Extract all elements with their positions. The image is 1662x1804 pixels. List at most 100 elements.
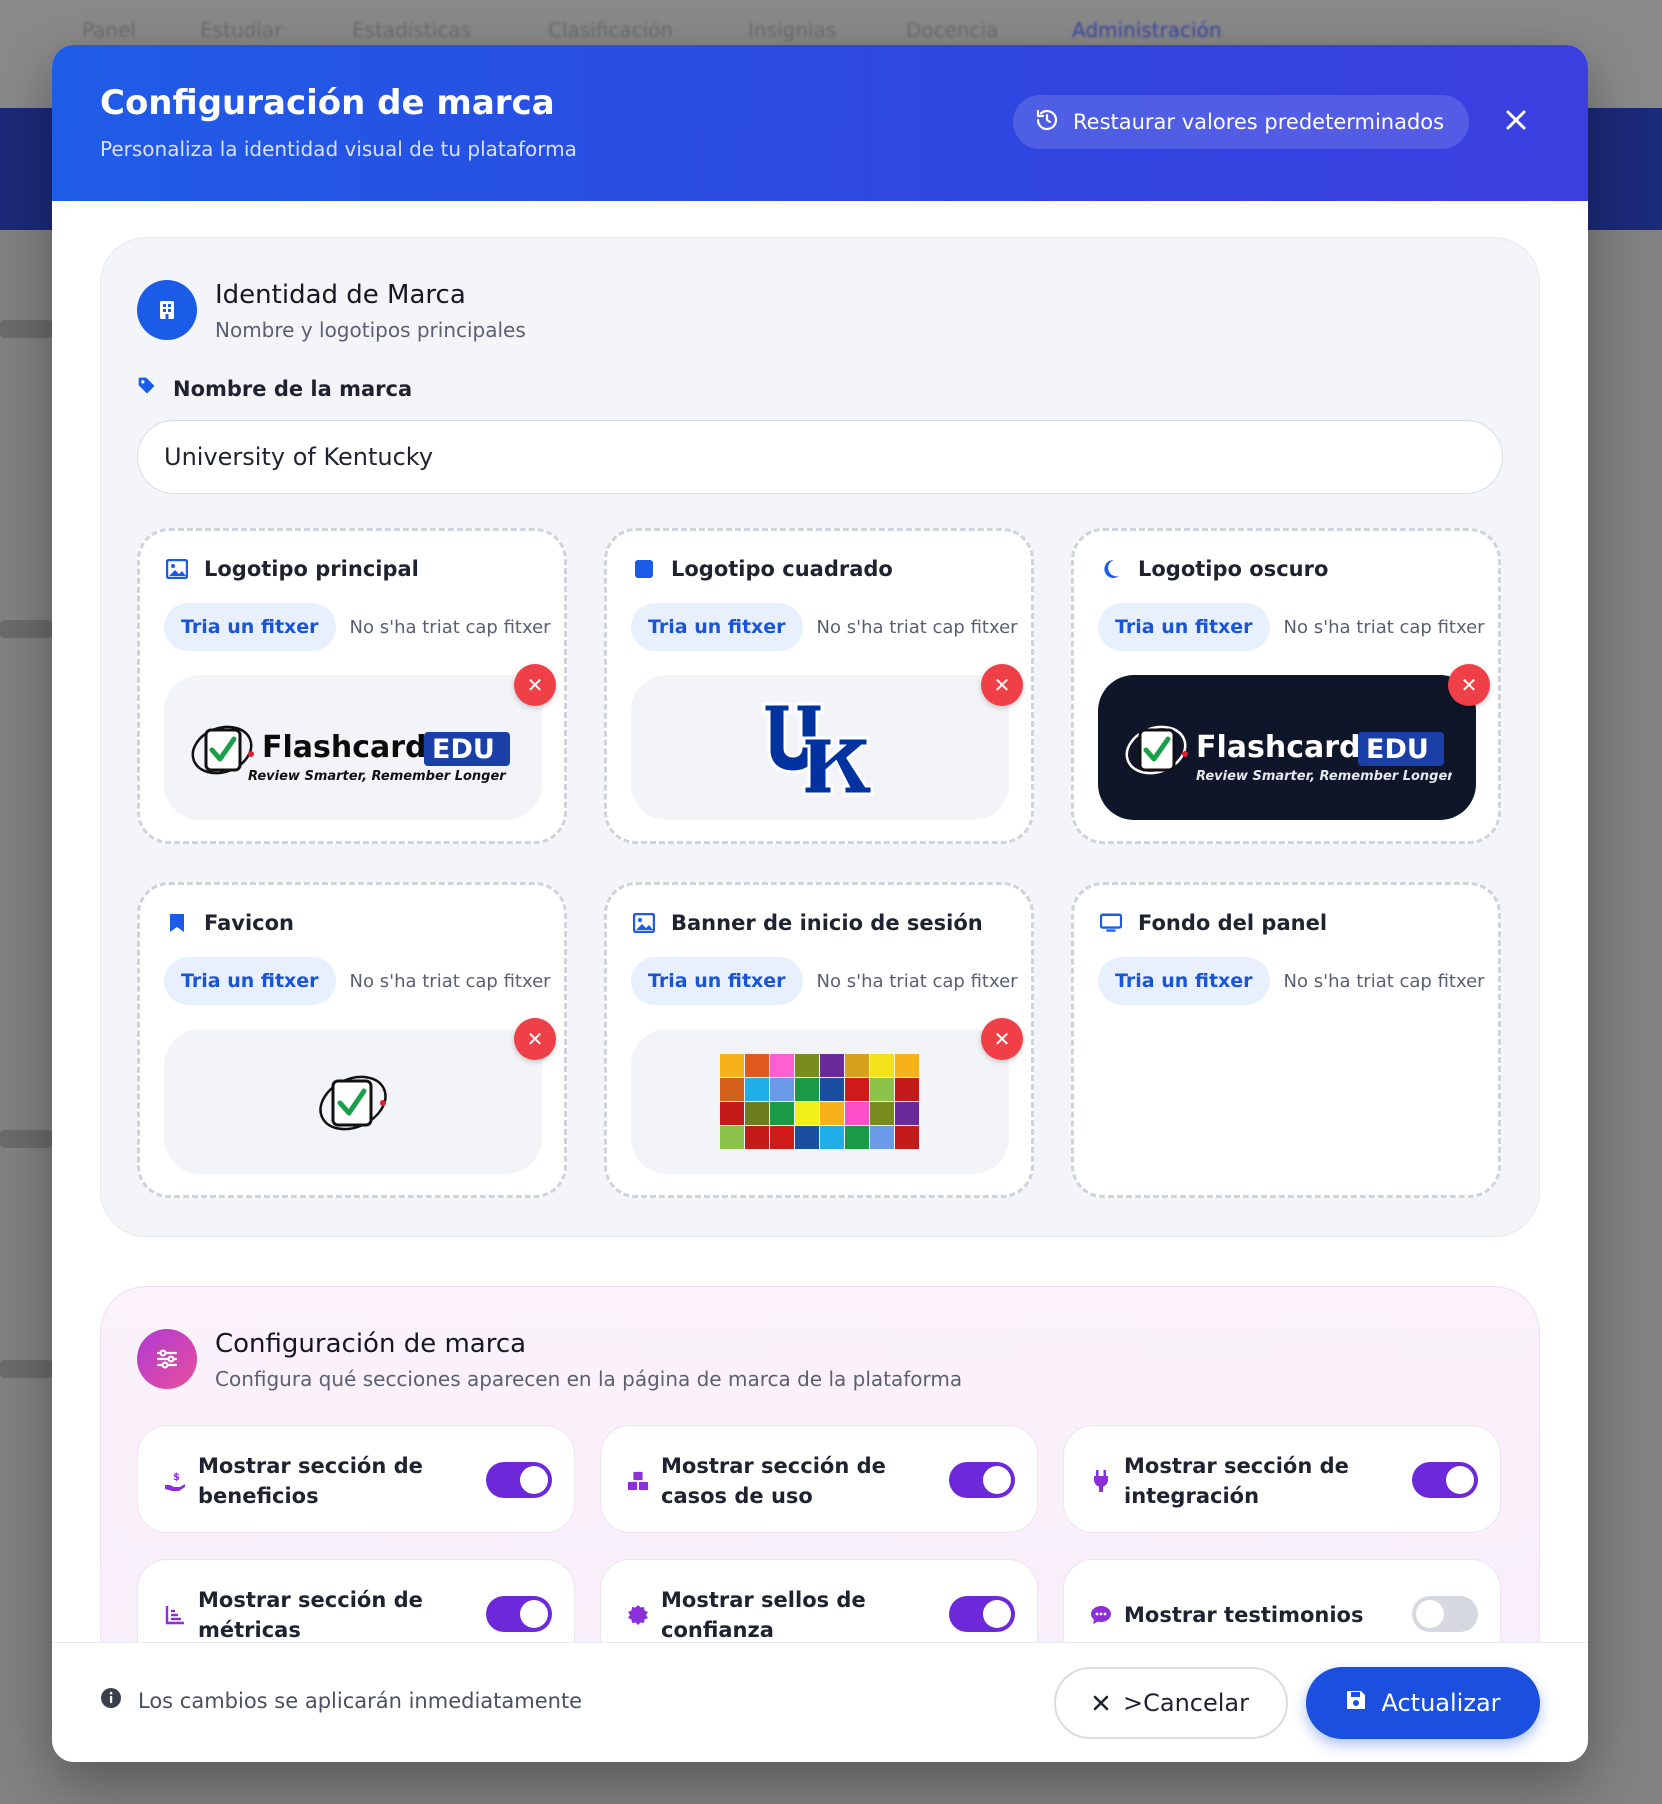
banner-tile (770, 1077, 794, 1101)
banner-tile (795, 1125, 819, 1149)
choose-file-button[interactable]: Tria un fitxer (164, 603, 336, 651)
section-subtitle: Nombre y logotipos principales (215, 318, 526, 342)
toggle-card-testimonials: Mostrar testimonios (1063, 1559, 1501, 1642)
toggle-switch[interactable] (1412, 1596, 1478, 1632)
logo-card-login-banner: Banner de inicio de sesión Tria un fitxe… (604, 882, 1034, 1198)
toggle-knob (520, 1600, 548, 1628)
toggle-label: Mostrar sección de beneficios (198, 1454, 423, 1508)
card-label: Banner de inicio de sesión (671, 911, 983, 935)
toggle-card-metrics: Mostrar sección de métricas (137, 1559, 575, 1642)
logo-edu-text: EDU (432, 734, 495, 765)
toggle-switch[interactable] (949, 1596, 1015, 1632)
restore-defaults-button[interactable]: Restaurar valores predeterminados (1013, 95, 1469, 149)
bg-nav-item: Estadísticas (352, 18, 471, 42)
banner-tile (720, 1053, 744, 1077)
background-fragment (0, 620, 52, 638)
bg-nav-item: Estudiar (200, 18, 283, 42)
choose-file-button[interactable]: Tria un fitxer (1098, 957, 1270, 1005)
logo-card-square: Logotipo cuadrado Tria un fitxer No s'ha… (604, 528, 1034, 844)
toggle-switch[interactable] (949, 1462, 1015, 1498)
choose-file-button[interactable]: Tria un fitxer (631, 603, 803, 651)
logo-preview (164, 1029, 542, 1174)
bg-nav-item: Administración (1072, 18, 1222, 42)
brand-name-input[interactable] (137, 420, 1503, 494)
bg-nav-item: Clasificación (548, 18, 674, 42)
history-icon (1035, 108, 1059, 137)
file-status: No s'ha triat cap fitxer (349, 616, 551, 638)
footer-note: Los cambios se aplicarán inmediatamente (100, 1687, 582, 1714)
section-subtitle: Configura qué secciones aparecen en la p… (215, 1367, 963, 1391)
logo-preview: Flashcard EDU Review Smarter, Remember L… (164, 675, 542, 820)
toggle-label: Mostrar sellos de confianza (661, 1588, 866, 1642)
card-label: Favicon (204, 911, 294, 935)
uk-logo (762, 702, 874, 795)
banner-tile (720, 1125, 744, 1149)
background-fragment (0, 320, 52, 338)
banner-tile (895, 1077, 919, 1101)
logo-card-main: Logotipo principal Tria un fitxer No s'h… (137, 528, 567, 844)
banner-tile (870, 1125, 894, 1149)
logo-preview (631, 1029, 1009, 1174)
banner-tile (720, 1101, 744, 1125)
bg-nav-item: Panel (82, 18, 136, 42)
choose-file-button[interactable]: Tria un fitxer (164, 957, 336, 1005)
file-status: No s'ha triat cap fitxer (349, 970, 551, 992)
toggle-card-trust-seals: Mostrar sellos de confianza (600, 1559, 1038, 1642)
bookmark-icon (166, 912, 188, 934)
brand-name-label-text: Nombre de la marca (173, 376, 413, 401)
remove-file-button[interactable]: ✕ (514, 664, 556, 706)
banner-tile (870, 1101, 894, 1125)
close-icon[interactable] (1496, 101, 1536, 141)
banner-tile (745, 1125, 769, 1149)
favicon (319, 1075, 387, 1130)
modal-subtitle: Personaliza la identidad visual de tu pl… (100, 137, 577, 161)
banner-tile (745, 1077, 769, 1101)
modal-body[interactable]: Identidad de Marca Nombre y logotipos pr… (52, 201, 1588, 1642)
toggle-label: Mostrar testimonios (1124, 1603, 1364, 1627)
tag-icon (137, 376, 157, 401)
card-label: Fondo del panel (1138, 911, 1328, 935)
toggle-card-benefits: $ Mostrar sección de beneficios (137, 1425, 575, 1533)
info-icon (100, 1687, 122, 1714)
toggle-switch[interactable] (486, 1462, 552, 1498)
toggle-switch[interactable] (1412, 1462, 1478, 1498)
modal-header: Configuración de marca Personaliza la id… (52, 45, 1588, 201)
update-label: Actualizar (1381, 1689, 1501, 1717)
logo-card-favicon: Favicon Tria un fitxer No s'ha triat cap… (137, 882, 567, 1198)
toggle-switch[interactable] (486, 1596, 552, 1632)
moon-icon (1100, 558, 1122, 580)
cancel-label: >Cancelar (1123, 1689, 1249, 1717)
chat-icon (1090, 1604, 1112, 1626)
close-icon (1093, 1689, 1109, 1717)
remove-file-button[interactable]: ✕ (514, 1018, 556, 1060)
toggle-label: Mostrar sección de casos de uso (661, 1454, 886, 1508)
section-title: Identidad de Marca (215, 280, 466, 310)
banner-tile (770, 1125, 794, 1149)
banner-tile (845, 1101, 869, 1125)
hand-coin-icon: $ (164, 1470, 186, 1492)
update-button[interactable]: Actualizar (1306, 1667, 1540, 1739)
toggle-card-use-cases: Mostrar sección de casos de uso (600, 1425, 1038, 1533)
choose-file-button[interactable]: Tria un fitxer (1098, 603, 1270, 651)
brand-name-label: Nombre de la marca (137, 376, 412, 401)
monitor-icon (1100, 912, 1122, 934)
choose-file-button[interactable]: Tria un fitxer (631, 957, 803, 1005)
plug-icon (1090, 1470, 1112, 1492)
remove-file-button[interactable]: ✕ (981, 1018, 1023, 1060)
remove-file-button[interactable]: ✕ (1448, 664, 1490, 706)
remove-file-button[interactable]: ✕ (981, 664, 1023, 706)
footer-note-text: Los cambios se aplicarán inmediatamente (138, 1688, 583, 1713)
toggle-card-integration: Mostrar sección de integración (1063, 1425, 1501, 1533)
toggle-knob (983, 1466, 1011, 1494)
bg-nav-item: Insignias (748, 18, 837, 42)
banner-tile (820, 1053, 844, 1077)
building-icon (137, 280, 197, 340)
brand-identity-section: Identidad de Marca Nombre y logotipos pr… (100, 237, 1540, 1237)
sliders-icon (137, 1329, 197, 1389)
file-status: No s'ha triat cap fitxer (816, 970, 1018, 992)
banner-tile (895, 1101, 919, 1125)
image-icon (166, 558, 188, 580)
file-status: No s'ha triat cap fitxer (816, 616, 1018, 638)
cancel-button[interactable]: >Cancelar (1054, 1667, 1288, 1739)
svg-text:$: $ (173, 1472, 180, 1483)
